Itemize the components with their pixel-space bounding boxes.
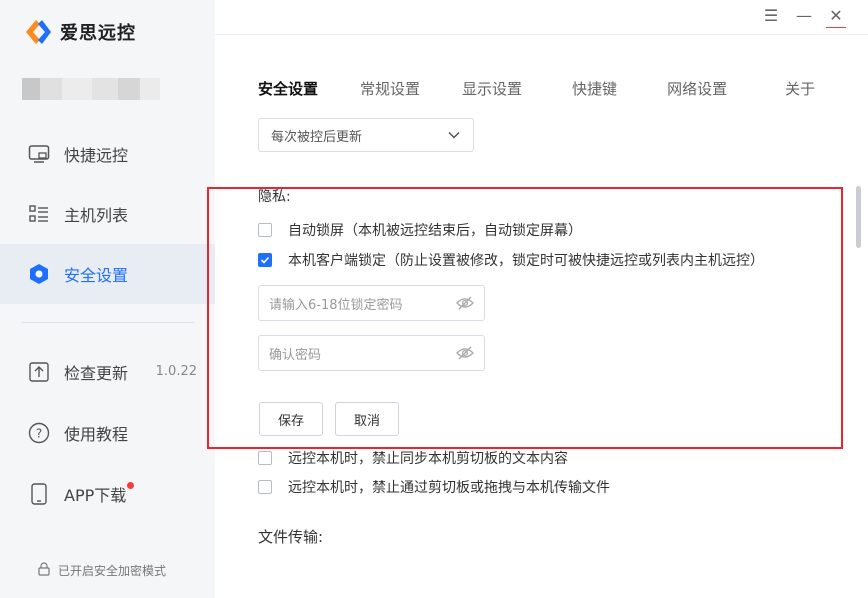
lock-password-placeholder: 请输入6-18位锁定密码	[269, 297, 403, 313]
menu-icon[interactable]: ☰	[761, 6, 781, 25]
sidebar-item-label: 主机列表	[64, 206, 129, 225]
update-frequency-value: 每次被控后更新	[271, 129, 363, 145]
sidebar-nav: 快捷远控 主机列表 安全设置	[0, 124, 215, 304]
sidebar-item-quick-remote[interactable]: 快捷远控	[0, 124, 215, 184]
clipboard-file-checkbox[interactable]	[258, 480, 272, 494]
sidebar-item-label: 检查更新	[64, 363, 129, 383]
svg-text:?: ?	[36, 426, 42, 440]
clipboard-text-label: 远控本机时，禁止同步本机剪切板的文本内容	[288, 451, 568, 467]
cancel-button[interactable]: 取消	[335, 402, 399, 436]
sidebar-nav-secondary: 检查更新 1.0.22 ? 使用教程 APP下载	[0, 341, 215, 524]
app-name: 爱思远控	[60, 23, 136, 44]
eye-hidden-icon[interactable]	[456, 345, 474, 365]
sidebar-item-app-download[interactable]: APP下载	[0, 463, 215, 524]
minimize-icon[interactable]: —	[794, 6, 814, 25]
lock-password-field[interactable]: 请输入6-18位锁定密码	[258, 285, 485, 321]
tab-security[interactable]: 安全设置	[258, 78, 318, 99]
remote-screen-icon	[28, 143, 50, 165]
client-lock-checkbox[interactable]	[258, 253, 272, 267]
confirm-password-placeholder: 确认密码	[269, 347, 322, 363]
file-transfer-section-title: 文件传输:	[258, 528, 324, 546]
tab-shortcuts[interactable]: 快捷键	[572, 78, 617, 99]
tab-network[interactable]: 网络设置	[667, 78, 727, 99]
shield-hexagon-icon	[28, 263, 50, 285]
lock-icon	[38, 562, 50, 579]
help-circle-icon: ?	[28, 422, 50, 444]
secure-mode-status: 已开启安全加密模式	[38, 562, 166, 579]
sidebar-item-label: 使用教程	[64, 424, 129, 444]
app-logo-icon	[22, 18, 52, 46]
upload-icon	[28, 361, 50, 383]
sidebar-item-label: APP下载	[64, 485, 127, 505]
host-list-icon	[28, 203, 50, 225]
app-logo: 爱思远控	[22, 18, 136, 46]
title-bar-divider	[215, 34, 868, 35]
secure-mode-label: 已开启安全加密模式	[58, 564, 167, 578]
sidebar-item-tutorial[interactable]: ? 使用教程	[0, 402, 215, 463]
update-frequency-select[interactable]: 每次被控后更新	[258, 118, 474, 152]
tab-display[interactable]: 显示设置	[462, 78, 522, 99]
sidebar-item-label: 快捷远控	[64, 146, 129, 165]
notification-dot	[127, 482, 135, 489]
client-lock-label: 本机客户端锁定（防止设置被修改，锁定时可被快捷远控或列表内主机远控）	[288, 253, 764, 269]
version-number: 1.0.22	[155, 364, 197, 379]
tab-general[interactable]: 常规设置	[360, 78, 420, 99]
confirm-password-field[interactable]: 确认密码	[258, 335, 485, 371]
tab-about[interactable]: 关于	[785, 78, 815, 99]
sidebar-item-security-settings[interactable]: 安全设置	[0, 244, 215, 304]
clipboard-file-option: 远控本机时，禁止通过剪切板或拖拽与本机传输文件	[258, 477, 610, 497]
checkmark-icon	[260, 256, 270, 264]
sidebar-item-host-list[interactable]: 主机列表	[0, 184, 215, 244]
phone-icon	[28, 482, 50, 505]
auto-lock-option: 自动锁屏（本机被远控结束后，自动锁定屏幕）	[258, 220, 582, 240]
clipboard-text-option: 远控本机时，禁止同步本机剪切板的文本内容	[258, 448, 568, 468]
sidebar-item-label: 安全设置	[64, 266, 129, 285]
close-hover-indicator	[826, 27, 846, 28]
chevron-down-icon	[447, 128, 461, 146]
privacy-section-title: 隐私:	[258, 189, 291, 205]
sidebar-item-check-update[interactable]: 检查更新 1.0.22	[0, 341, 215, 402]
user-account-blurred[interactable]	[22, 78, 162, 100]
clipboard-text-checkbox[interactable]	[258, 451, 272, 465]
eye-hidden-icon[interactable]	[456, 295, 474, 315]
auto-lock-label: 自动锁屏（本机被远控结束后，自动锁定屏幕）	[288, 223, 582, 239]
close-icon[interactable]: ✕	[826, 6, 846, 25]
client-lock-option: 本机客户端锁定（防止设置被修改，锁定时可被快捷远控或列表内主机远控）	[258, 250, 764, 270]
clipboard-file-label: 远控本机时，禁止通过剪切板或拖拽与本机传输文件	[288, 480, 610, 496]
sidebar-divider	[22, 322, 194, 323]
auto-lock-checkbox[interactable]	[258, 223, 272, 237]
settings-tabs: 安全设置 常规设置 显示设置 快捷键 网络设置 关于	[258, 78, 815, 99]
save-button[interactable]: 保存	[259, 402, 323, 436]
scrollbar-thumb[interactable]	[856, 186, 861, 248]
sidebar: 爱思远控 快捷远控 主机列表 安全设置 检查更新 1.0.22 ? 使用教程 A…	[0, 0, 215, 598]
